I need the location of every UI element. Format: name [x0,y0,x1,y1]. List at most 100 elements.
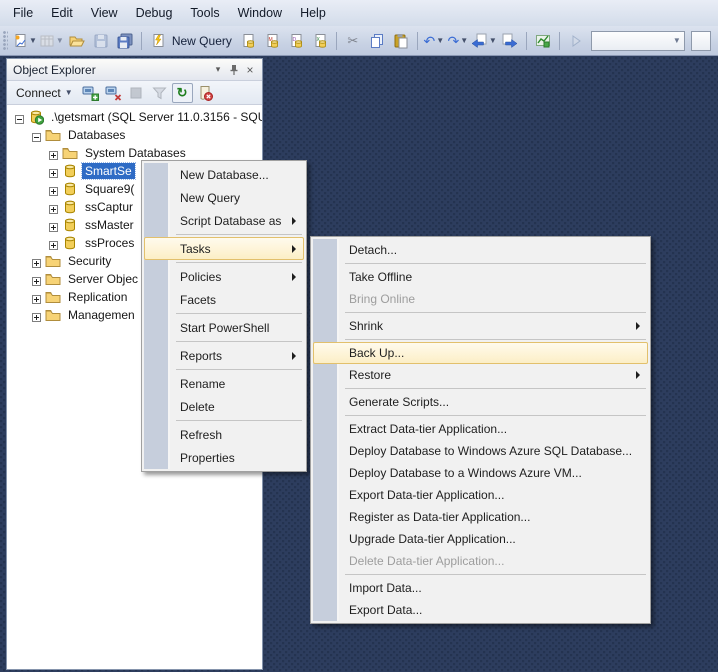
new-query-label[interactable]: New Query [170,34,236,48]
menubar-item-window[interactable]: Window [229,0,291,26]
expand-icon[interactable] [32,275,41,284]
refresh-icon[interactable]: ↻ [172,83,193,103]
menu-item-script-database-as[interactable]: Script Database as [144,209,304,232]
menu-item-import-data[interactable]: Import Data... [313,577,648,599]
debug-start-button[interactable] [565,30,587,52]
database-engine-query-button[interactable] [237,30,259,52]
tree-row[interactable]: .\getsmart (SQL Server 11.0.3156 - SQUA [7,108,262,126]
menubar-item-edit[interactable]: Edit [42,0,82,26]
pin-icon[interactable] [226,62,242,77]
menu-item-facets[interactable]: Facets [144,288,304,311]
redo-button[interactable]: ↷▼ [447,30,469,52]
database-icon [62,163,78,179]
tree-item-label[interactable]: ssMaster [82,217,137,233]
dropdown-arrow-icon[interactable]: ▼ [489,36,497,45]
tree-item-label[interactable]: Replication [65,289,130,305]
dropdown-arrow-icon[interactable]: ▼ [56,36,64,45]
expand-icon[interactable] [49,185,58,194]
connect-server-icon[interactable] [80,83,101,103]
new-query-button[interactable] [147,30,169,52]
menubar-item-debug[interactable]: Debug [127,0,182,26]
window-position-icon[interactable]: ▾ [210,62,226,77]
tree-item-label[interactable]: Databases [65,127,128,143]
save-all-button[interactable] [114,30,136,52]
menu-item-start-powershell[interactable]: Start PowerShell [144,316,304,339]
menu-item-rename[interactable]: Rename [144,372,304,395]
close-icon[interactable]: × [242,62,258,77]
paste-button[interactable] [390,30,412,52]
menubar-item-file[interactable]: File [4,0,42,26]
navigate-backward-button[interactable]: ▼ [471,30,497,52]
menu-item-restore[interactable]: Restore [313,364,648,386]
tree-row[interactable]: Databases [7,126,262,144]
menu-item-export-data-tier-application[interactable]: Export Data-tier Application... [313,484,648,506]
expand-icon[interactable] [49,149,58,158]
menu-item-detach[interactable]: Detach... [313,239,648,261]
collapse-icon[interactable] [15,113,24,122]
expand-icon[interactable] [49,221,58,230]
add-table-button[interactable]: ▼ [39,30,64,52]
xmla-query-button[interactable]: X [309,30,331,52]
cut-button[interactable]: ✂ [342,30,364,52]
tree-item-label[interactable]: ssCaptur [82,199,136,215]
menu-item-reports[interactable]: Reports [144,344,304,367]
save-button[interactable] [90,30,112,52]
menu-item-refresh[interactable]: Refresh [144,423,304,446]
menu-item-new-database[interactable]: New Database... [144,163,304,186]
menu-item-tasks[interactable]: Tasks [144,237,304,260]
expand-icon[interactable] [32,311,41,320]
script-error-icon[interactable] [195,83,216,103]
dmx-query-button[interactable]: D [285,30,307,52]
activity-chart-button[interactable] [532,30,554,52]
expand-icon[interactable] [49,167,58,176]
menu-item-export-data[interactable]: Export Data... [313,599,648,621]
expand-icon[interactable] [49,203,58,212]
stop-icon[interactable] [126,83,147,103]
copy-button[interactable] [366,30,388,52]
menu-item-new-query[interactable]: New Query [144,186,304,209]
undo-button[interactable]: ↶▼ [423,30,445,52]
dropdown-arrow-icon[interactable]: ▼ [460,36,468,45]
menu-item-delete[interactable]: Delete [144,395,304,418]
tree-item-label[interactable]: Security [65,253,114,269]
expand-icon[interactable] [49,239,58,248]
filter-icon[interactable] [149,83,170,103]
disconnect-icon[interactable] [103,83,124,103]
expand-icon[interactable] [32,293,41,302]
dropdown-arrow-icon[interactable]: ▼ [436,36,444,45]
menu-item-extract-data-tier-application[interactable]: Extract Data-tier Application... [313,418,648,440]
dropdown-arrow-icon[interactable]: ▼ [29,36,37,45]
tree-item-label[interactable]: SmartSe [82,163,135,179]
availability-combo[interactable]: ▼ [591,31,685,51]
menu-item-generate-scripts[interactable]: Generate Scripts... [313,391,648,413]
tree-item-label[interactable]: Server Objec [65,271,141,287]
open-file-button[interactable] [66,30,88,52]
edge-combo[interactable] [691,31,711,51]
menubar-item-tools[interactable]: Tools [181,0,228,26]
menubar-item-view[interactable]: View [82,0,127,26]
tree-item-label[interactable]: .\getsmart (SQL Server 11.0.3156 - SQUA [48,109,262,125]
navigate-forward-button[interactable] [499,30,521,52]
expand-icon[interactable] [32,257,41,266]
menu-item-back-up[interactable]: Back Up... [313,342,648,364]
toolbar-grip[interactable] [3,31,8,51]
tree-item-label[interactable]: Square9( [82,181,137,197]
tree-item-label[interactable]: Managemen [65,307,138,323]
mdx-query-button[interactable]: M [261,30,283,52]
menu-item-deploy-database-to-a-windows-azure-vm[interactable]: Deploy Database to a Windows Azure VM... [313,462,648,484]
menu-item-register-as-data-tier-application[interactable]: Register as Data-tier Application... [313,506,648,528]
menu-item-properties[interactable]: Properties [144,446,304,469]
menu-item-label: Refresh [180,428,222,442]
menu-item-upgrade-data-tier-application[interactable]: Upgrade Data-tier Application... [313,528,648,550]
menu-item-shrink[interactable]: Shrink [313,315,648,337]
menu-item-deploy-database-to-windows-azure-sql-database[interactable]: Deploy Database to Windows Azure SQL Dat… [313,440,648,462]
tree-item-label[interactable]: ssProces [82,235,137,251]
connect-button[interactable]: Connect ▼ [11,85,78,101]
new-item-button[interactable]: ▼ [12,30,37,52]
menubar-item-help[interactable]: Help [291,0,335,26]
menu-item-policies[interactable]: Policies [144,265,304,288]
tree-item-label[interactable]: System Databases [82,145,189,161]
menu-item-take-offline[interactable]: Take Offline [313,266,648,288]
server-icon [28,109,44,125]
collapse-icon[interactable] [32,131,41,140]
